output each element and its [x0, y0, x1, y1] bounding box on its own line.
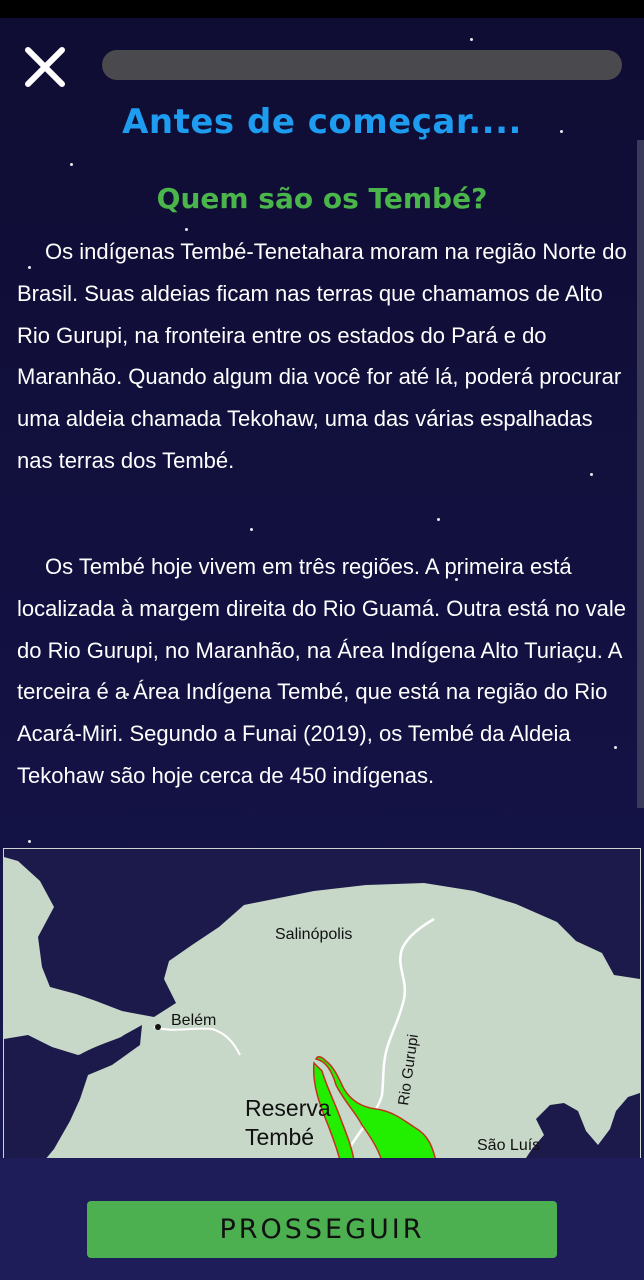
section-heading: Quem são os Tembé? — [156, 182, 488, 215]
belem-city-marker — [155, 1024, 161, 1030]
status-bar — [0, 0, 644, 18]
star — [470, 38, 473, 41]
map-label-reserve-line1: Reserva — [245, 1095, 331, 1121]
map-label-salinopolis: Salinópolis — [275, 926, 352, 943]
star — [28, 840, 31, 843]
map-label-belem: Belém — [171, 1012, 216, 1029]
star — [250, 528, 253, 531]
map-image: Salinópolis Belém Rio Gurupi Reserva Tem… — [3, 848, 641, 1162]
scrollbar-thumb[interactable] — [637, 140, 644, 808]
star — [70, 163, 73, 166]
page-title: Antes de começar.... — [122, 102, 522, 142]
map-label-sao-luis: São Luís — [477, 1137, 540, 1154]
close-icon — [25, 47, 65, 87]
progress-bar — [102, 50, 622, 80]
star — [437, 518, 440, 521]
close-button[interactable] — [22, 44, 68, 90]
continue-button[interactable]: PROSSEGUIR — [87, 1201, 557, 1258]
map-label-reserve-line2: Tembé — [245, 1124, 314, 1150]
paragraph-regions: Os Tembé hoje vivem em três regiões. A p… — [17, 554, 626, 788]
paragraph-who-are-tembe: Os indígenas Tembé-Tenetahara moram na r… — [17, 239, 627, 473]
